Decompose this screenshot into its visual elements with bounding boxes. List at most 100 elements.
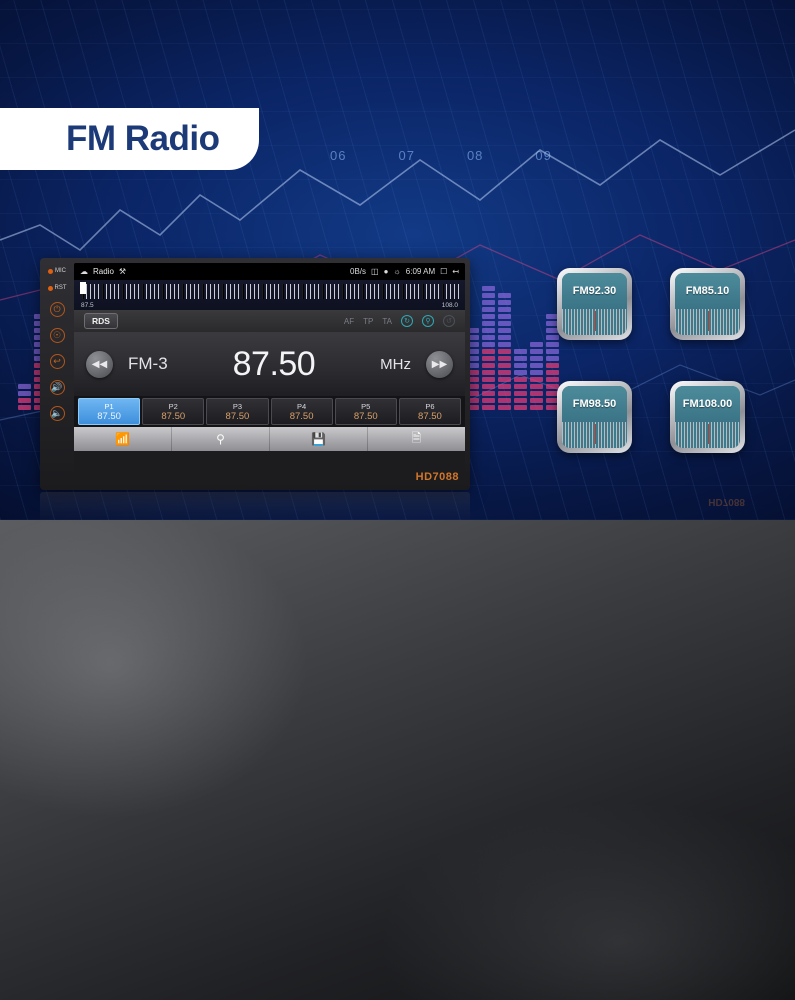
preset-chip[interactable]: FM85.10 <box>670 268 745 340</box>
equalizer-segment <box>482 314 495 319</box>
tuner-dial-icon <box>562 422 627 448</box>
equalizer-segment <box>498 321 511 326</box>
preset-button[interactable]: P2 87.50 <box>142 398 205 425</box>
preset-chip[interactable]: FM92.30 <box>557 268 632 340</box>
preset-chip-label: FM85.10 <box>675 273 740 309</box>
equalizer-segment <box>498 391 511 396</box>
equalizer-segment <box>482 363 495 368</box>
equalizer-segment <box>482 300 495 305</box>
data-rate: 0B/s <box>350 267 367 276</box>
equalizer-segment <box>498 405 511 410</box>
equalizer-segment <box>498 314 511 319</box>
mic-text: MIC <box>55 268 66 274</box>
equalizer-segment <box>498 384 511 389</box>
equalizer-segment <box>530 342 543 347</box>
preset-chip-label: FM92.30 <box>562 273 627 309</box>
volume-up-icon[interactable]: 🔊 <box>49 380 65 395</box>
equalizer-segment <box>514 370 527 375</box>
fm-screen[interactable]: ☁ Radio ⚒ 0B/s ◫ ● ☼ 6:09 AM ☐ ↤ 87.5 10… <box>74 263 465 485</box>
search-icon[interactable]: ⚲ <box>172 427 270 451</box>
fm-head-unit: MIC RST ⏻ ☉ ↩ 🔊 🔈 ☁ Radio ⚒ 0B/s ◫ ● ☼ 6… <box>40 258 470 490</box>
equalizer-segment <box>482 405 495 410</box>
fm-radio-section: 06 07 08 09 FM Radio MIC RST ⏻ ☉ ↩ 🔊 🔈 ☁… <box>0 0 795 520</box>
equalizer-segment <box>530 391 543 396</box>
equalizer-segment <box>498 370 511 375</box>
equalizer-segment <box>530 405 543 410</box>
rds-row: RDS AF TP TA ↻ ⚲ ↺ <box>74 310 465 332</box>
tuner-dial-icon <box>675 309 740 335</box>
history-icon[interactable]: ↺ <box>443 315 455 327</box>
preset-button[interactable]: P1 87.50 <box>78 398 141 425</box>
reset-dot-icon <box>47 285 53 291</box>
equalizer-segment <box>514 349 527 354</box>
rewind-icon[interactable]: ◀◀ <box>86 350 113 378</box>
clock-time: 6:09 AM <box>405 267 436 276</box>
brand-label: HD7088 <box>415 471 459 483</box>
equalizer-segment <box>482 391 495 396</box>
preset-name: P4 <box>297 401 307 411</box>
reset-label[interactable]: RST <box>47 285 67 291</box>
refresh-icon[interactable]: ↻ <box>401 315 413 327</box>
head-unit-side-rail: MIC RST ⏻ ☉ ↩ 🔊 🔈 <box>42 262 72 486</box>
home-icon[interactable]: ☉ <box>49 328 65 343</box>
preset-chip-label: FM98.50 <box>562 386 627 422</box>
mic-label: MIC <box>48 268 66 274</box>
equalizer-segment <box>546 356 559 361</box>
mic-dot-icon <box>48 268 53 274</box>
back-icon[interactable]: ↩ <box>49 354 65 369</box>
fast-forward-icon[interactable]: ▶▶ <box>426 350 453 378</box>
save-icon[interactable]: 💾 <box>270 427 368 451</box>
equalizer-segment <box>530 384 543 389</box>
volume-down-icon[interactable]: 🔈 <box>49 406 65 421</box>
equalizer-segment <box>546 370 559 375</box>
list-search-icon[interactable]: 🗎 <box>368 427 465 451</box>
equalizer-segment <box>482 349 495 354</box>
preset-button[interactable]: P6 87.50 <box>398 398 462 425</box>
preset-name: P3 <box>232 401 243 411</box>
preset-chip-label: FM108.00 <box>675 386 740 422</box>
equalizer-segment <box>498 363 511 368</box>
tuner-scale[interactable]: 87.5 108.0 <box>74 280 465 310</box>
equalizer-segment <box>530 363 543 368</box>
equalizer-segment <box>514 356 527 361</box>
equalizer-segment <box>482 398 495 403</box>
power-icon[interactable]: ⏻ <box>49 302 65 317</box>
search-icon[interactable]: ⚲ <box>422 315 434 327</box>
steering-wheel-control-section: TURN RIGHT IN 500m ↟ SHANGHAI START 500 … <box>0 520 795 1000</box>
af-tag[interactable]: AF <box>344 317 354 326</box>
preset-button[interactable]: P5 87.50 <box>334 398 397 425</box>
equalizer-segment <box>498 307 511 312</box>
preset-chip-inner: FM98.50 <box>562 386 627 448</box>
equalizer-segment <box>482 384 495 389</box>
preset-button[interactable]: P3 87.50 <box>206 398 269 425</box>
equalizer-column <box>18 384 31 410</box>
preset-chip[interactable]: FM98.50 <box>557 381 632 453</box>
equalizer-segment <box>482 356 495 361</box>
equalizer-segment <box>482 321 495 326</box>
preset-name: P6 <box>425 401 435 411</box>
tuner-cursor[interactable] <box>80 282 86 294</box>
tp-tag[interactable]: TP <box>363 317 373 326</box>
preset-button[interactable]: P4 87.50 <box>270 398 333 425</box>
preset-frequency: 87.50 <box>161 410 186 422</box>
android-status-bar: ☁ Radio ⚒ 0B/s ◫ ● ☼ 6:09 AM ☐ ↤ <box>74 263 465 280</box>
frequency-value: 87.50 <box>232 344 316 383</box>
equalizer-segment <box>482 286 495 291</box>
equalizer-segment <box>514 405 527 410</box>
equalizer-segment <box>18 405 31 410</box>
equalizer-segment <box>482 335 495 340</box>
ta-tag[interactable]: TA <box>382 317 392 326</box>
band-label: FM-3 <box>128 354 168 373</box>
rds-button[interactable]: RDS <box>84 313 118 329</box>
preset-chip[interactable]: FM108.00 <box>670 381 745 453</box>
equalizer-segment <box>514 377 527 382</box>
car-interior-photo <box>0 520 795 1000</box>
equalizer-segment <box>498 342 511 347</box>
recents-icon[interactable]: ☐ <box>440 267 447 276</box>
back-icon[interactable]: ↤ <box>452 267 459 276</box>
equalizer-segment <box>482 328 495 333</box>
preset-row: P1 87.50 P2 87.50 P3 87.50 P4 87.50 P5 87.50 P6 87.… <box>74 396 465 427</box>
signal-icon[interactable]: 📶 <box>74 427 172 451</box>
equalizer-segment <box>498 328 511 333</box>
equalizer-segment <box>530 349 543 354</box>
